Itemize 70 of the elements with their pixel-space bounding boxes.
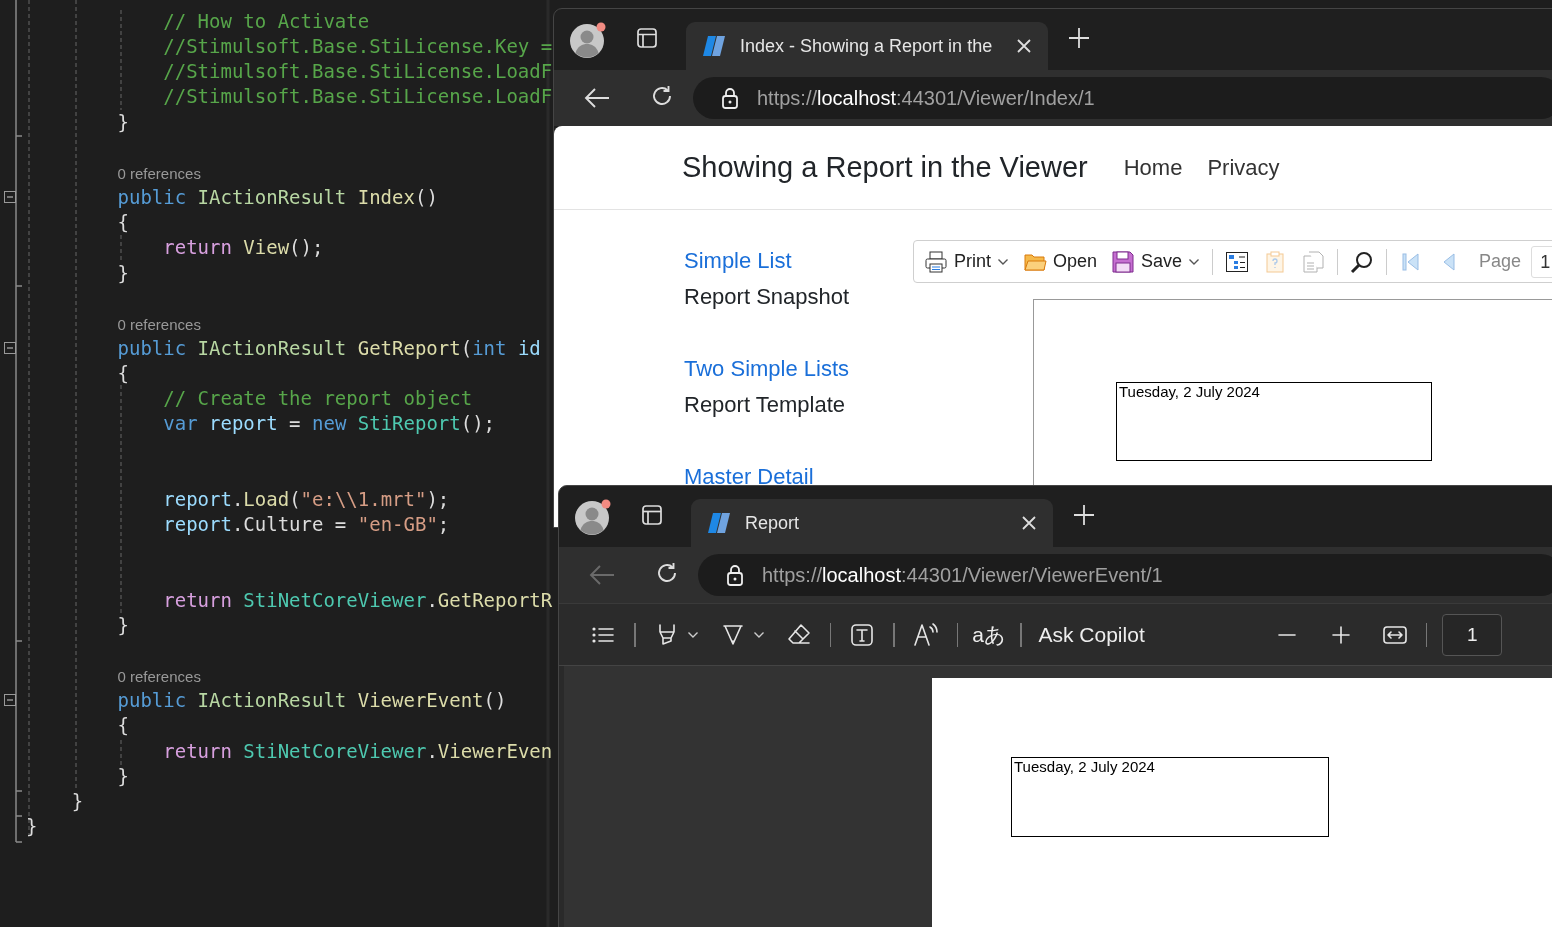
- date-text: Tuesday, 2 July 2024: [1011, 757, 1329, 837]
- date-text: Tuesday, 2 July 2024: [1116, 382, 1432, 461]
- translate-button[interactable]: aあ: [971, 614, 1007, 655]
- code-line: return StiNetCoreViewer.GetReportR: [163, 588, 553, 611]
- references-hint[interactable]: 0 references: [117, 164, 201, 182]
- lock-icon: [721, 87, 739, 109]
- code-line: report.Load("e:\\1.mrt");: [163, 487, 450, 510]
- page-label: Page: [1479, 251, 1522, 272]
- code-line: //Stimulsoft.Base.StiLicense.LoadF: [163, 85, 553, 108]
- address-bar[interactable]: https://localhost:44301/Viewer/Index/1: [693, 77, 1552, 119]
- code-line: return StiNetCoreViewer.ViewerEven: [163, 739, 553, 762]
- report-caption: Report Snapshot: [684, 283, 851, 311]
- code-line: return View();: [163, 236, 324, 259]
- nav-link[interactable]: Home: [1123, 154, 1183, 181]
- document-outline-icon: [1225, 249, 1250, 274]
- new-tab-icon[interactable]: [1073, 503, 1095, 526]
- close-icon[interactable]: [1021, 515, 1037, 531]
- code-line: }: [117, 261, 129, 284]
- code-line: }: [117, 110, 129, 133]
- code-line: report.Culture = "en-GB";: [163, 513, 450, 536]
- code-line: public IActionResult GetReport(int id: [117, 337, 541, 359]
- references-hint[interactable]: 0 references: [117, 668, 201, 686]
- report-link[interactable]: Two Simple Lists: [684, 356, 850, 381]
- printer-icon: [924, 249, 948, 274]
- references-hint[interactable]: 0 references: [117, 315, 201, 333]
- page-number-field[interactable]: 1: [1531, 245, 1552, 278]
- code-line: }: [117, 764, 129, 787]
- toolbar-button[interactable]: Save: [1109, 249, 1203, 274]
- code-line: // How to Activate: [163, 9, 370, 32]
- code-line: }: [71, 789, 84, 812]
- sidebar-icon[interactable]: [641, 503, 663, 526]
- collapse-icon[interactable]: [4, 342, 16, 354]
- code-line: var report = new StiReport();: [163, 412, 496, 435]
- code-line: //Stimulsoft.Base.StiLicense.LoadF: [163, 60, 553, 83]
- code-line: {: [117, 362, 129, 385]
- code-line: // Create the report object: [163, 387, 473, 410]
- lock-icon: [726, 564, 744, 586]
- address-bar[interactable]: https://localhost:44301/Viewer/ViewerEvent/1: [698, 554, 1552, 596]
- report-link[interactable]: Master Detail: [684, 464, 814, 489]
- report-link[interactable]: Simple List: [684, 248, 792, 273]
- report-caption: Report Template: [684, 391, 846, 419]
- code-line: //Stimulsoft.Base.StiLicense.Key =: [163, 35, 553, 58]
- browser-tab[interactable]: Index - Showing a Report in the: [686, 22, 1048, 70]
- toolbar-button[interactable]: Open: [1021, 249, 1100, 274]
- collapse-icon[interactable]: [4, 191, 16, 204]
- browser-tab[interactable]: Report: [691, 499, 1053, 547]
- toolbar-button[interactable]: Print: [922, 249, 1011, 274]
- new-tab-icon[interactable]: [1068, 26, 1090, 49]
- site-favicon: [702, 34, 726, 58]
- code-line: }: [117, 613, 129, 636]
- site-favicon: [707, 511, 731, 535]
- code-line: {: [117, 714, 129, 737]
- pages-icon: [1301, 249, 1326, 274]
- close-icon[interactable]: [1016, 38, 1032, 54]
- site-title: Showing a Report in the Viewer: [682, 151, 1088, 184]
- search-icon: [1350, 249, 1375, 274]
- text-box-icon[interactable]: [849, 621, 875, 648]
- read-aloud-icon[interactable]: [912, 621, 939, 648]
- code-line: public IActionResult Index(): [117, 186, 438, 209]
- caret-icon[interactable]: [686, 630, 699, 639]
- sidebar-icon[interactable]: [636, 26, 658, 49]
- code-line: }: [26, 814, 38, 837]
- page-number-field[interactable]: 1: [1442, 613, 1503, 656]
- code-line: public IActionResult ViewerEvent(): [117, 689, 507, 712]
- back-arrow-icon[interactable]: [583, 86, 611, 110]
- ask-copilot-button[interactable]: Ask Copilot: [1038, 614, 1145, 655]
- code-line: {: [117, 211, 129, 234]
- collapse-icon[interactable]: [4, 694, 16, 707]
- nav-link[interactable]: Privacy: [1207, 154, 1280, 181]
- caret-icon[interactable]: [752, 630, 765, 639]
